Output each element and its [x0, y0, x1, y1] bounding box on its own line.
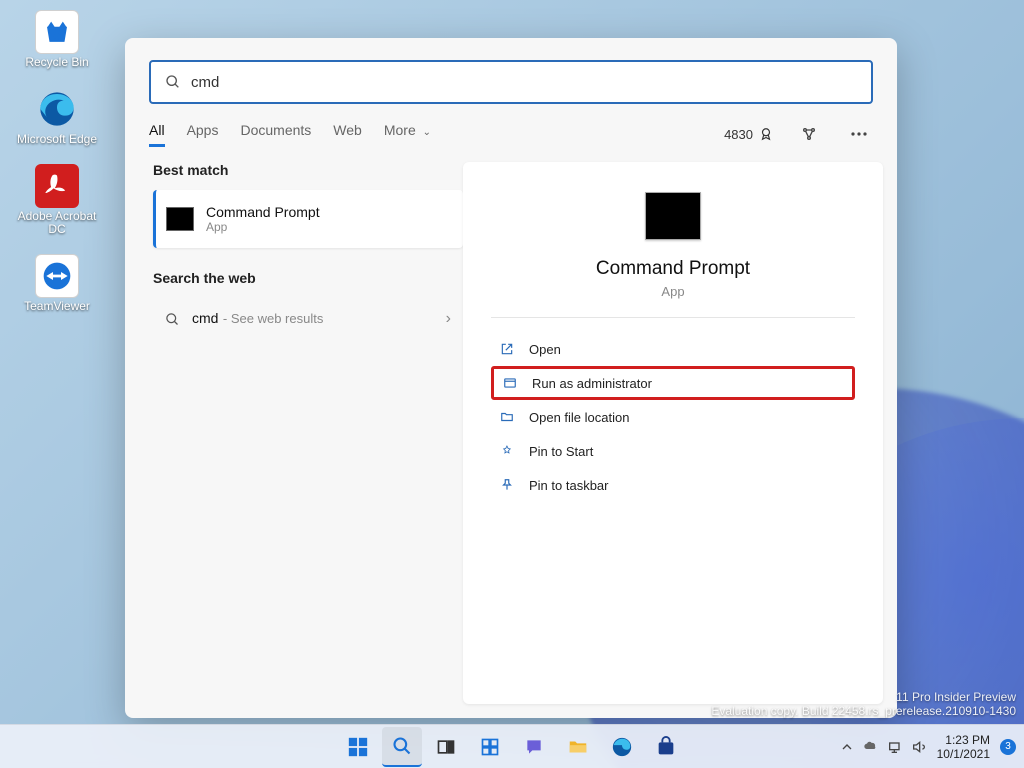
cmd-app-icon-large: [645, 192, 701, 240]
action-open-file-location[interactable]: Open file location: [491, 400, 855, 434]
search-detail-panel: Command Prompt App Open Run as administr…: [463, 162, 883, 704]
desktop-icon-edge[interactable]: Microsoft Edge: [12, 87, 102, 146]
watermark-line1: 11 Pro Insider Preview: [711, 690, 1016, 704]
search-icon: [165, 74, 181, 90]
search-tabs: All Apps Documents Web More ⌄ 4830: [149, 120, 873, 148]
desktop-icon-label: Adobe Acrobat DC: [12, 210, 102, 236]
divider: [491, 317, 855, 318]
share-flow-button[interactable]: [795, 120, 823, 148]
search-box[interactable]: [149, 60, 873, 104]
teamviewer-icon: [35, 254, 79, 298]
taskbar-widgets[interactable]: [470, 727, 510, 767]
taskbar: 1:23 PM 10/1/2021 3: [0, 724, 1024, 768]
best-match-heading: Best match: [153, 162, 463, 178]
shield-window-icon: [502, 375, 518, 391]
desktop-icon-label: TeamViewer: [24, 300, 90, 313]
rewards-points[interactable]: 4830: [724, 127, 773, 142]
widgets-icon: [480, 737, 500, 757]
taskbar-store[interactable]: [646, 727, 686, 767]
action-run-as-admin[interactable]: Run as administrator: [491, 366, 855, 400]
start-button[interactable]: [338, 727, 378, 767]
detail-subtitle: App: [661, 284, 684, 299]
rewards-medal-icon: [759, 127, 773, 141]
tab-all[interactable]: All: [149, 122, 165, 147]
windows-logo-icon: [347, 736, 369, 758]
chevron-down-icon: ⌄: [423, 127, 431, 138]
cmd-app-icon: [166, 207, 194, 231]
system-tray[interactable]: [839, 739, 927, 755]
action-label: Open: [529, 342, 561, 357]
detail-actions: Open Run as administrator Open file loca…: [491, 332, 855, 502]
best-match-title: Command Prompt: [206, 204, 320, 220]
folder-icon: [567, 736, 589, 758]
tab-web[interactable]: Web: [333, 122, 362, 147]
ellipsis-icon: [851, 132, 867, 136]
watermark-line2: Evaluation copy. Build 22458.rs_prerelea…: [711, 704, 1016, 718]
recycle-bin-icon: [35, 10, 79, 54]
folder-icon: [499, 409, 515, 425]
best-match-item[interactable]: Command Prompt App: [153, 190, 463, 248]
notification-badge[interactable]: 3: [1000, 739, 1016, 755]
action-pin-to-taskbar[interactable]: Pin to taskbar: [491, 468, 855, 502]
desktop-icon-recycle-bin[interactable]: Recycle Bin: [12, 10, 102, 69]
taskbar-edge[interactable]: [602, 727, 642, 767]
best-match-subtitle: App: [206, 220, 320, 234]
taskbar-clock[interactable]: 1:23 PM 10/1/2021: [937, 733, 990, 761]
action-label: Run as administrator: [532, 376, 652, 391]
search-web-heading: Search the web: [153, 270, 463, 286]
desktop: Recycle Bin Microsoft Edge Adobe Acrobat…: [12, 10, 102, 313]
web-result-item[interactable]: cmd - See web results ›: [153, 298, 463, 340]
acrobat-icon: [35, 164, 79, 208]
chevron-up-icon[interactable]: [839, 739, 855, 755]
pin-icon: [499, 443, 515, 459]
action-label: Pin to Start: [529, 444, 593, 459]
web-result-term: cmd: [192, 310, 218, 326]
search-input[interactable]: [191, 74, 857, 91]
action-label: Open file location: [529, 410, 629, 425]
onedrive-icon[interactable]: [863, 739, 879, 755]
desktop-icon-label: Recycle Bin: [25, 56, 88, 69]
action-label: Pin to taskbar: [529, 478, 609, 493]
pin-icon: [499, 477, 515, 493]
start-search-window: All Apps Documents Web More ⌄ 4830 Best …: [125, 38, 897, 718]
store-icon: [655, 736, 677, 758]
taskbar-chat[interactable]: [514, 727, 554, 767]
search-icon: [165, 312, 180, 327]
action-pin-to-start[interactable]: Pin to Start: [491, 434, 855, 468]
taskbar-search-button[interactable]: [382, 727, 422, 767]
search-icon: [392, 736, 412, 756]
chevron-right-icon: ›: [446, 310, 451, 328]
taskbar-center: [338, 727, 686, 767]
desktop-icon-acrobat[interactable]: Adobe Acrobat DC: [12, 164, 102, 236]
task-view-icon: [436, 737, 456, 757]
open-external-icon: [499, 341, 515, 357]
taskbar-file-explorer[interactable]: [558, 727, 598, 767]
rewards-value: 4830: [724, 127, 753, 142]
edge-icon: [35, 87, 79, 131]
network-icon[interactable]: [887, 739, 903, 755]
chat-icon: [524, 737, 544, 757]
tab-more-label: More: [384, 122, 416, 138]
clock-date: 10/1/2021: [937, 747, 990, 761]
action-open[interactable]: Open: [491, 332, 855, 366]
clock-time: 1:23 PM: [937, 733, 990, 747]
tab-more[interactable]: More ⌄: [384, 122, 431, 147]
search-results-left: Best match Command Prompt App Search the…: [125, 162, 463, 718]
share-flow-icon: [801, 126, 817, 142]
taskbar-right: 1:23 PM 10/1/2021 3: [839, 733, 1016, 761]
detail-title: Command Prompt: [596, 258, 750, 280]
volume-icon[interactable]: [911, 739, 927, 755]
desktop-icon-label: Microsoft Edge: [17, 133, 97, 146]
web-result-hint: - See web results: [223, 311, 323, 326]
edge-icon: [611, 736, 633, 758]
more-options-button[interactable]: [845, 120, 873, 148]
taskbar-task-view[interactable]: [426, 727, 466, 767]
desktop-icon-teamviewer[interactable]: TeamViewer: [12, 254, 102, 313]
windows-watermark: 11 Pro Insider Preview Evaluation copy. …: [711, 690, 1016, 718]
tab-documents[interactable]: Documents: [240, 122, 311, 147]
tab-apps[interactable]: Apps: [187, 122, 219, 147]
